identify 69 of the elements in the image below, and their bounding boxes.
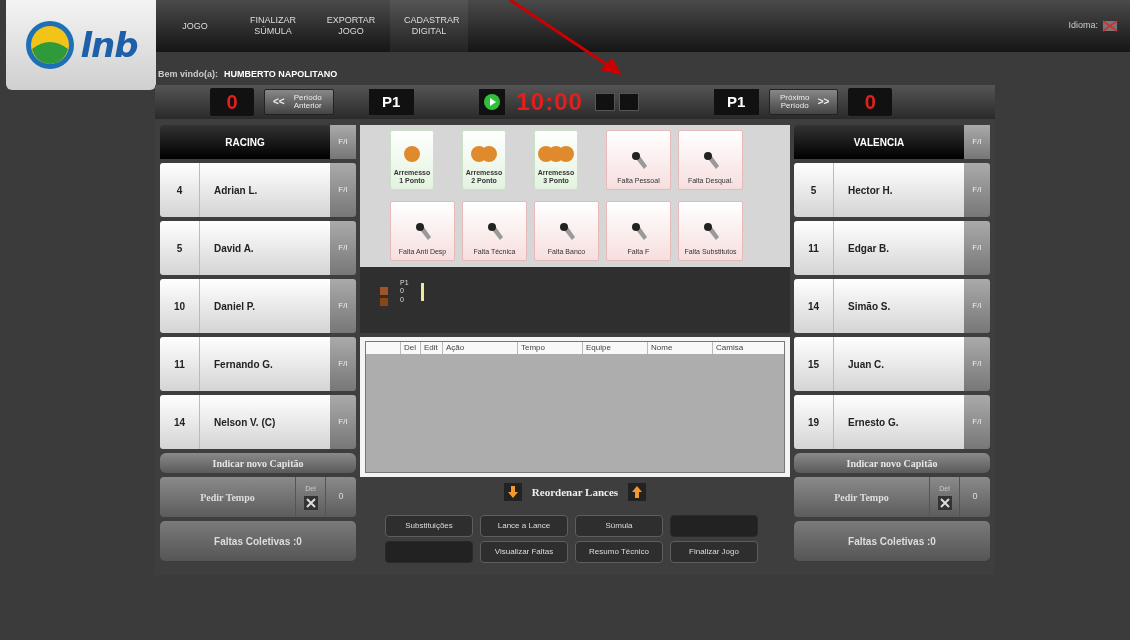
player-number: 4 — [160, 163, 200, 217]
player-row[interactable]: 19 Ernesto G. — [794, 395, 964, 449]
captain-button[interactable]: Indicar novo Capitão — [794, 453, 990, 473]
captain-button[interactable]: Indicar novo Capitão — [160, 453, 356, 473]
welcome-label: Bem vindo(a): — [158, 68, 218, 81]
team-fouls: Faltas Coletivas :0 — [794, 521, 990, 561]
action-button[interactable]: Substituições — [385, 515, 473, 537]
column-header: Ação — [442, 342, 517, 354]
player-row[interactable]: 4 Adrian L. — [160, 163, 330, 217]
timeout-count: 0 — [337, 490, 345, 504]
period-display: P1 — [368, 89, 414, 115]
column-header: Nome — [647, 342, 712, 354]
menu-item[interactable]: FINALIZAR SÚMULA — [234, 0, 312, 52]
player-name: Simão S. — [847, 299, 891, 314]
team-fouls: Faltas Coletivas :0 — [160, 521, 356, 561]
player-number: 5 — [160, 221, 200, 275]
column-header: Equipe — [582, 342, 647, 354]
brand-name: lnb — [80, 23, 138, 67]
player-row[interactable]: 14 Simão S. — [794, 279, 964, 333]
user-name: HUMBERTO NAPOLITANO — [224, 68, 338, 81]
player-name: Hector H. — [847, 183, 893, 198]
action-button[interactable]: Resumo Técnico — [575, 541, 663, 563]
away-score: 0 — [848, 88, 893, 116]
action-button[interactable]: Lance a Lance — [480, 515, 568, 537]
team-name: RACING — [160, 125, 330, 159]
player-number: 19 — [794, 395, 834, 449]
player-name: Adrian L. — [213, 183, 258, 198]
reorder-label: Reordenar Lances — [531, 484, 619, 500]
player-number: 5 — [794, 163, 834, 217]
timeout-count: 0 — [971, 490, 979, 504]
game-clock: 10:00 — [515, 87, 584, 117]
language-label: Idioma: — [1068, 19, 1098, 33]
player-number: 11 — [160, 337, 200, 391]
player-row[interactable]: 5 David A. — [160, 221, 330, 275]
menu-item[interactable]: EXPORTAR JOGO — [312, 0, 390, 52]
action-button[interactable]: Súmula — [575, 515, 663, 537]
column-header: Edit — [420, 342, 442, 354]
player-row[interactable]: 10 Daniel P. — [160, 279, 330, 333]
column-header: Tempo — [517, 342, 582, 354]
player-number: 10 — [160, 279, 200, 333]
player-name: Nelson V. (C) — [213, 415, 276, 430]
player-row[interactable]: 15 Juan C. — [794, 337, 964, 391]
column-header: Del — [400, 342, 420, 354]
player-number: 14 — [794, 279, 834, 333]
period-button[interactable]: << Período Anterior — [264, 89, 334, 115]
action-button[interactable]: Visualizar Faltas — [480, 541, 568, 563]
player-number: 11 — [794, 221, 834, 275]
timeout-button[interactable]: Pedir Tempo — [794, 477, 930, 517]
player-name: Juan C. — [847, 357, 885, 372]
player-number: 15 — [794, 337, 834, 391]
player-number: 14 — [160, 395, 200, 449]
player-name: Daniel P. — [213, 299, 255, 314]
player-name: David A. — [213, 241, 254, 256]
player-name: Ernesto G. — [847, 415, 899, 430]
column-header: Camisa — [712, 342, 772, 354]
player-name: Edgar B. — [847, 241, 890, 256]
menu-item[interactable]: CADASTRAR DIGITAL — [390, 0, 468, 52]
home-score: 0 — [210, 88, 254, 116]
player-row[interactable]: 14 Nelson V. (C) — [160, 395, 330, 449]
player-name: Fernando G. — [213, 357, 273, 372]
player-row[interactable]: 5 Hector H. — [794, 163, 964, 217]
team-name: VALENCIA — [794, 125, 964, 159]
action-button[interactable]: Finalizar Jogo — [670, 541, 758, 563]
timeout-button[interactable]: Pedir Tempo — [160, 477, 296, 517]
player-row[interactable]: 11 Fernando G. — [160, 337, 330, 391]
period-display: P1 — [713, 89, 759, 115]
menu-item[interactable]: JOGO — [156, 0, 234, 52]
player-row[interactable]: 11 Edgar B. — [794, 221, 964, 275]
period-button[interactable]: Próximo Período >> — [768, 89, 839, 115]
